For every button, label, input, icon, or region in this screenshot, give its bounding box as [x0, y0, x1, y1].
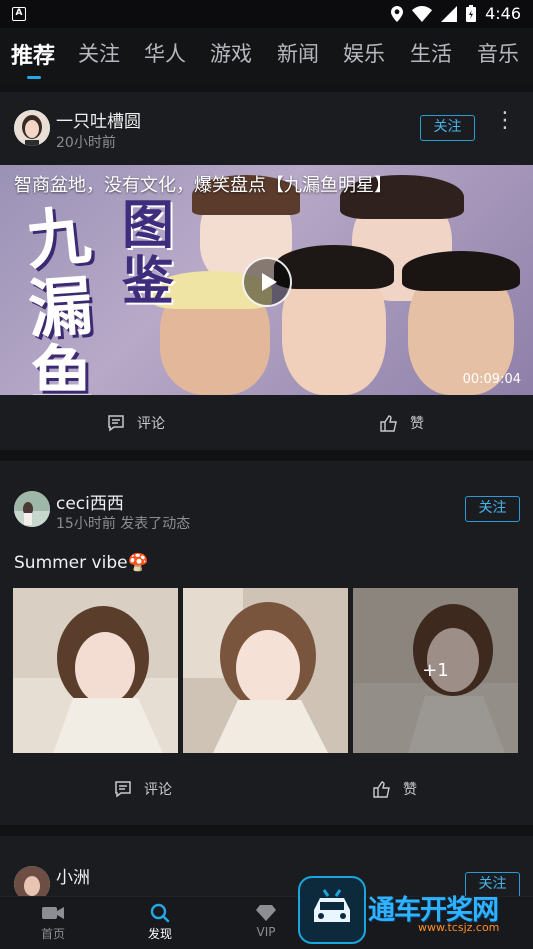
- tab-life[interactable]: 生活: [410, 38, 452, 68]
- diamond-icon: [256, 905, 276, 921]
- signal-icon: [441, 5, 458, 22]
- nav-discover[interactable]: 发现: [120, 901, 200, 942]
- video-camera-icon: [42, 907, 64, 919]
- tab-games[interactable]: 游戏: [210, 38, 252, 68]
- nav-home-label: 首页: [40, 927, 65, 941]
- comment-label: 评论: [137, 416, 165, 432]
- video-duration: 00:09:04: [462, 372, 521, 387]
- feed-card-video: 一只吐槽圆 20小时前 关注 ⋮ 九 漏 鱼 图 鉴 智商盆地，没有文化，爆笑盘…: [0, 92, 533, 450]
- feed-card-partial: 小洲 关注: [0, 836, 533, 902]
- post-author-name[interactable]: 小洲: [56, 863, 90, 888]
- overlay-char: 鱼: [30, 340, 94, 395]
- post-author-name[interactable]: ceci西西: [56, 489, 124, 514]
- more-options-icon[interactable]: ⋮: [494, 110, 516, 143]
- thumbnail-hair: [274, 245, 394, 289]
- post-text: Summer vibe🍄: [14, 553, 149, 573]
- comment-icon: [108, 415, 124, 432]
- status-icons: 4:46: [391, 4, 521, 23]
- active-tab-indicator: [27, 76, 41, 79]
- post-timestamp: 20小时前: [56, 135, 116, 151]
- search-icon: [150, 903, 170, 923]
- overlay-char: 鉴: [122, 252, 175, 312]
- video-title: 智商盆地，没有文化，爆笑盘点【九漏鱼明星】: [14, 175, 392, 196]
- wifi-icon: [412, 5, 433, 22]
- comment-icon: [115, 781, 131, 798]
- like-label: 赞: [410, 416, 424, 432]
- post-author-name[interactable]: 一只吐槽圆: [56, 107, 141, 132]
- post-photo[interactable]: [183, 588, 348, 753]
- tab-entertainment[interactable]: 娱乐: [343, 38, 385, 68]
- comment-button[interactable]: 评论: [114, 779, 172, 799]
- follow-button[interactable]: 关注: [465, 496, 520, 522]
- nav-discover-label: 发现: [147, 927, 172, 941]
- like-label: 赞: [403, 782, 417, 798]
- video-thumbnail[interactable]: 九 漏 鱼 图 鉴 智商盆地，没有文化，爆笑盘点【九漏鱼明星】 00:09:04: [0, 165, 533, 395]
- nav-vip-label: VIP: [256, 925, 276, 939]
- clock: 4:46: [485, 4, 521, 23]
- watermark-url: www.tcsjz.com: [418, 921, 500, 934]
- tab-music[interactable]: 音乐: [477, 38, 519, 68]
- more-photos-count: +1: [353, 588, 518, 753]
- comment-label: 评论: [144, 782, 172, 798]
- avatar[interactable]: [14, 110, 50, 146]
- like-button[interactable]: 赞: [373, 779, 417, 799]
- tab-chinese[interactable]: 华人: [144, 38, 186, 68]
- follow-button[interactable]: 关注: [420, 115, 475, 141]
- like-button[interactable]: 赞: [380, 413, 424, 433]
- battery-icon: [466, 5, 477, 22]
- feed-card-photos: ceci西西 15小时前 发表了动态 关注 Summer vibe🍄 +1 评论…: [0, 461, 533, 825]
- thumbs-up-icon: [373, 781, 390, 798]
- avatar[interactable]: [14, 491, 50, 527]
- post-timestamp: 15小时前 发表了动态: [56, 516, 191, 532]
- location-icon: [391, 5, 404, 22]
- app-notification-icon: A: [12, 7, 26, 21]
- play-button-icon[interactable]: [242, 257, 292, 307]
- post-photo[interactable]: +1: [353, 588, 518, 753]
- tab-news[interactable]: 新闻: [277, 38, 319, 68]
- tab-following[interactable]: 关注: [78, 38, 120, 68]
- category-tabs: 推荐 关注 华人 游戏 新闻 娱乐 生活 音乐: [0, 28, 533, 84]
- status-bar: A 4:46: [0, 0, 533, 28]
- thumbs-up-icon: [380, 415, 397, 432]
- nav-home[interactable]: 首页: [13, 901, 93, 942]
- comment-button[interactable]: 评论: [107, 413, 165, 433]
- tab-recommend[interactable]: 推荐: [11, 38, 55, 70]
- nav-vip[interactable]: VIP: [226, 901, 306, 939]
- watermark-logo-icon: [298, 876, 366, 944]
- post-photo[interactable]: [13, 588, 178, 753]
- thumbnail-hair: [402, 251, 520, 291]
